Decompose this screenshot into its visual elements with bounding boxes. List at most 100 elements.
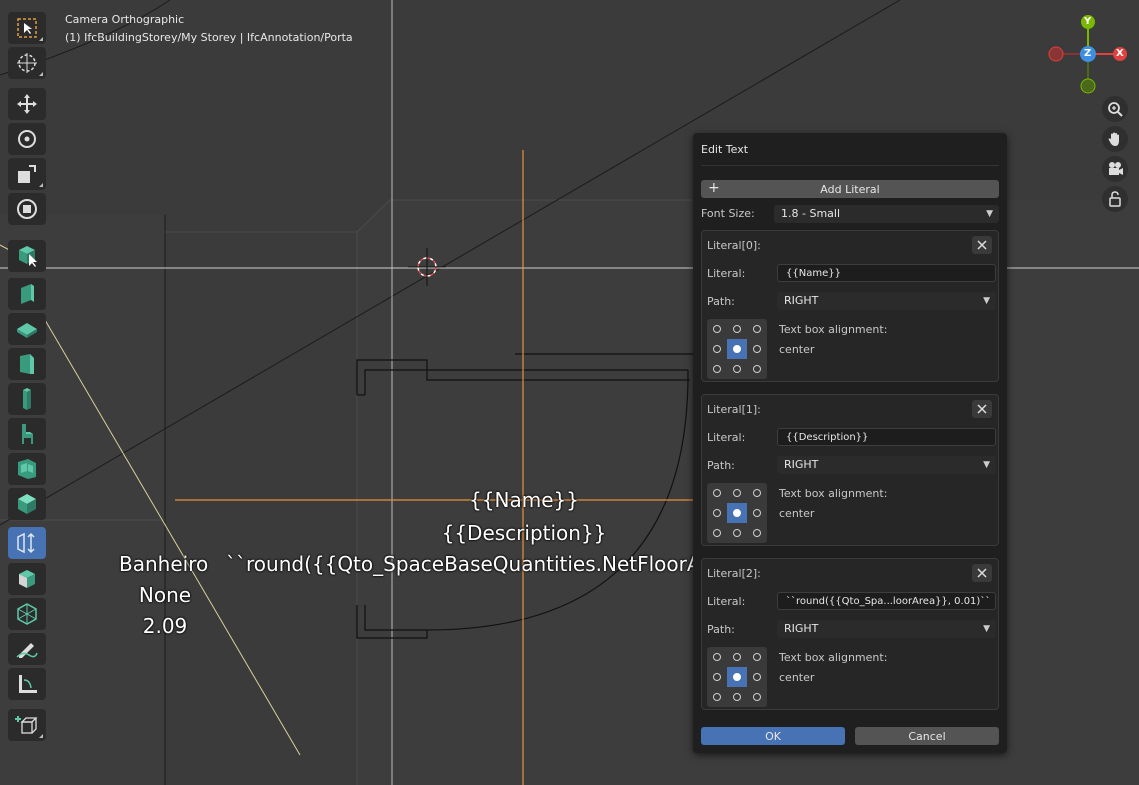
alignment-value: center <box>779 671 815 684</box>
ok-button[interactable]: OK <box>701 727 845 745</box>
cursor-icon[interactable] <box>8 47 46 79</box>
close-icon <box>977 404 987 414</box>
remove-literal-button[interactable] <box>972 400 992 418</box>
dialog-title: Edit Text <box>701 143 749 156</box>
move-icon[interactable] <box>8 88 46 120</box>
view-mode-label: Camera Orthographic <box>65 13 185 26</box>
add-cube-icon[interactable] <box>8 709 46 741</box>
path-label: Path: <box>707 459 735 472</box>
chevron-down-icon: ▼ <box>986 209 993 219</box>
align-bottom-right[interactable] <box>747 687 767 707</box>
literal-input[interactable]: {{Name}} <box>777 264 996 282</box>
pen-icon[interactable] <box>8 633 46 665</box>
align-middle-right[interactable] <box>747 339 767 359</box>
align-top-center[interactable] <box>727 647 747 667</box>
alignment-grid <box>707 319 767 379</box>
rotate-icon[interactable] <box>8 123 46 155</box>
path-select[interactable]: RIGHT ▼ <box>777 292 996 310</box>
remove-literal-button[interactable] <box>972 236 992 254</box>
align-bottom-center[interactable] <box>727 359 747 379</box>
align-middle-left[interactable] <box>707 339 727 359</box>
align-bottom-center[interactable] <box>727 523 747 543</box>
alignment-label: Text box alignment: <box>779 323 888 336</box>
name-label: {{Name}} <box>469 488 579 512</box>
transform-icon[interactable] <box>8 193 46 225</box>
lock-icon[interactable] <box>1102 186 1128 212</box>
align-bottom-center[interactable] <box>727 687 747 707</box>
align-top-right[interactable] <box>747 483 767 503</box>
literal-input[interactable]: ``round({{Qto_Spa...loorArea}}, 0.01)`` <box>777 592 996 610</box>
mesh-icon[interactable] <box>8 598 46 630</box>
font-size-label: Font Size: <box>701 207 755 220</box>
align-center[interactable] <box>727 667 747 687</box>
align-top-left[interactable] <box>707 647 727 667</box>
pan-hand-icon[interactable] <box>1102 126 1128 152</box>
add-literal-label: Add Literal <box>820 182 880 196</box>
alignment-label: Text box alignment: <box>779 487 888 500</box>
context-label: (1) IfcBuildingStorey/My Storey | IfcAnn… <box>65 31 353 44</box>
scale-icon[interactable] <box>8 158 46 190</box>
align-center[interactable] <box>727 339 747 359</box>
align-top-right[interactable] <box>747 647 767 667</box>
align-bottom-right[interactable] <box>747 359 767 379</box>
zoom-icon[interactable] <box>1102 96 1128 122</box>
align-middle-left[interactable] <box>707 667 727 687</box>
align-top-center[interactable] <box>727 483 747 503</box>
align-middle-left[interactable] <box>707 503 727 523</box>
ruler-icon[interactable] <box>8 668 46 700</box>
literal-header: Literal[0]: <box>707 239 761 252</box>
none-label: None <box>138 583 192 607</box>
wall-icon[interactable] <box>8 278 46 310</box>
path-label: Path: <box>707 295 735 308</box>
align-middle-right[interactable] <box>747 503 767 523</box>
description-label: {{Description}} <box>441 521 607 545</box>
camera-icon[interactable] <box>1102 156 1128 182</box>
alignment-grid <box>707 483 767 543</box>
plus-icon: + <box>708 180 720 196</box>
divider <box>701 165 999 166</box>
path-label: Path: <box>707 623 735 636</box>
path-value: RIGHT <box>784 294 819 307</box>
align-bottom-left[interactable] <box>707 359 727 379</box>
path-select[interactable]: RIGHT ▼ <box>777 620 996 638</box>
align-bottom-left[interactable] <box>707 523 727 543</box>
slab-icon[interactable] <box>8 313 46 345</box>
door-icon[interactable] <box>8 348 46 380</box>
gizmo-x-label: X <box>1116 48 1124 59</box>
path-select[interactable]: RIGHT ▼ <box>777 456 996 474</box>
furniture-icon[interactable] <box>8 418 46 450</box>
space-name-label: Banheiro <box>119 552 209 576</box>
literal-input[interactable]: {{Description}} <box>777 428 996 446</box>
align-top-right[interactable] <box>747 319 767 339</box>
close-icon <box>977 240 987 250</box>
add-literal-button[interactable]: + Add Literal <box>701 180 999 198</box>
alignment-value: center <box>779 507 815 520</box>
annotation-icon[interactable] <box>8 527 46 559</box>
literal-label: Literal: <box>707 595 746 608</box>
value-label: 2.09 <box>142 614 188 638</box>
literal-label: Literal: <box>707 431 746 444</box>
measure-icon[interactable] <box>8 563 46 595</box>
chevron-down-icon: ▼ <box>983 624 990 634</box>
align-top-left[interactable] <box>707 319 727 339</box>
align-top-left[interactable] <box>707 483 727 503</box>
chevron-down-icon: ▼ <box>983 296 990 306</box>
column-icon[interactable] <box>8 383 46 415</box>
align-bottom-left[interactable] <box>707 687 727 707</box>
gizmo-y-label: Y <box>1084 16 1092 27</box>
window-icon[interactable] <box>8 453 46 485</box>
chevron-down-icon: ▼ <box>983 460 990 470</box>
literal-panel-2: Literal[2]: Literal: ``round({{Qto_Spa..… <box>701 558 999 710</box>
font-size-select[interactable]: 1.8 - Small ▼ <box>774 205 999 223</box>
cancel-button[interactable]: Cancel <box>855 727 999 745</box>
path-value: RIGHT <box>784 458 819 471</box>
literal-panel-1: Literal[1]: Literal: {{Description}} Pat… <box>701 394 999 546</box>
align-bottom-right[interactable] <box>747 523 767 543</box>
remove-literal-button[interactable] <box>972 564 992 582</box>
ifc-select-icon[interactable] <box>8 240 46 272</box>
align-top-center[interactable] <box>727 319 747 339</box>
align-middle-right[interactable] <box>747 667 767 687</box>
align-center[interactable] <box>727 503 747 523</box>
space-icon[interactable] <box>8 488 46 520</box>
select-box-icon[interactable] <box>8 12 46 44</box>
